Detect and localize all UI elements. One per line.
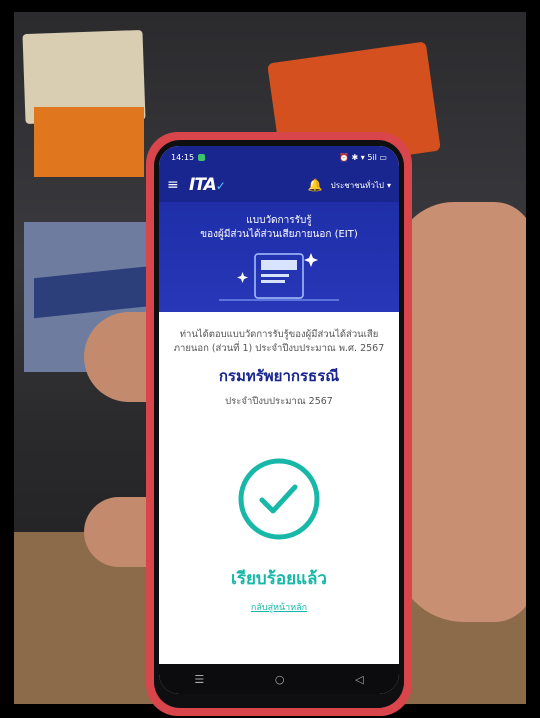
completion-notice: ท่านได้ตอบแบบวัดการรับรู้ของผู้มีส่วนได้… bbox=[173, 329, 385, 354]
back-button[interactable]: ◁ bbox=[355, 673, 363, 686]
app-logo[interactable]: ITA✓ bbox=[189, 175, 226, 195]
hero-banner: แบบวัดการรับรู้ ของผู้มีส่วนได้ส่วนเสียภ… bbox=[159, 202, 399, 312]
hand bbox=[394, 202, 526, 622]
phone-bezel: 14:15 ⏰ ✱ ▾ 5il ▭ ≡ ITA✓ 🔔 ประชาชนทั่วไป… bbox=[154, 140, 404, 708]
checkmark-circle-icon bbox=[238, 458, 320, 540]
status-bar: 14:15 ⏰ ✱ ▾ 5il ▭ bbox=[159, 146, 399, 168]
system-nav-bar: ☰ ○ ◁ bbox=[159, 664, 399, 694]
chevron-down-icon: ▾ bbox=[386, 180, 391, 190]
fiscal-year: ประจำปีงบประมาณ 2567 bbox=[225, 395, 333, 407]
menu-icon[interactable]: ≡ bbox=[167, 177, 181, 193]
back-to-home-link[interactable]: กลับสู่หน้าหลัก bbox=[171, 600, 387, 614]
background-box-orange bbox=[34, 107, 144, 177]
success-message: เรียบร้อยแล้ว bbox=[231, 568, 327, 589]
app-bar: ≡ ITA✓ 🔔 ประชาชนทั่วไป ▾ bbox=[159, 168, 399, 202]
result-panel: ท่านได้ตอบแบบวัดการรับรู้ของผู้มีส่วนได้… bbox=[159, 312, 399, 614]
home-button[interactable]: ○ bbox=[275, 673, 285, 686]
notification-icon bbox=[198, 153, 206, 161]
logo-check-icon: ✓ bbox=[215, 179, 226, 193]
phone-screen: 14:15 ⏰ ✱ ▾ 5il ▭ ≡ ITA✓ 🔔 ประชาชนทั่วไป… bbox=[159, 146, 399, 694]
bell-icon[interactable]: 🔔 bbox=[308, 178, 323, 192]
phone-case: 14:15 ⏰ ✱ ▾ 5il ▭ ≡ ITA✓ 🔔 ประชาชนทั่วไป… bbox=[146, 132, 412, 716]
recent-apps-button[interactable]: ☰ bbox=[194, 673, 204, 686]
survey-title: แบบวัดการรับรู้ ของผู้มีส่วนได้ส่วนเสียภ… bbox=[200, 215, 358, 240]
status-indicators: ⏰ ✱ ▾ 5il ▭ bbox=[339, 152, 387, 162]
user-role-dropdown[interactable]: ประชาชนทั่วไป ▾ bbox=[331, 179, 391, 192]
folder-icon bbox=[219, 253, 339, 301]
status-time: 14:15 bbox=[171, 152, 195, 162]
organization-name: กรมทรัพยากรธรณี bbox=[218, 366, 340, 385]
